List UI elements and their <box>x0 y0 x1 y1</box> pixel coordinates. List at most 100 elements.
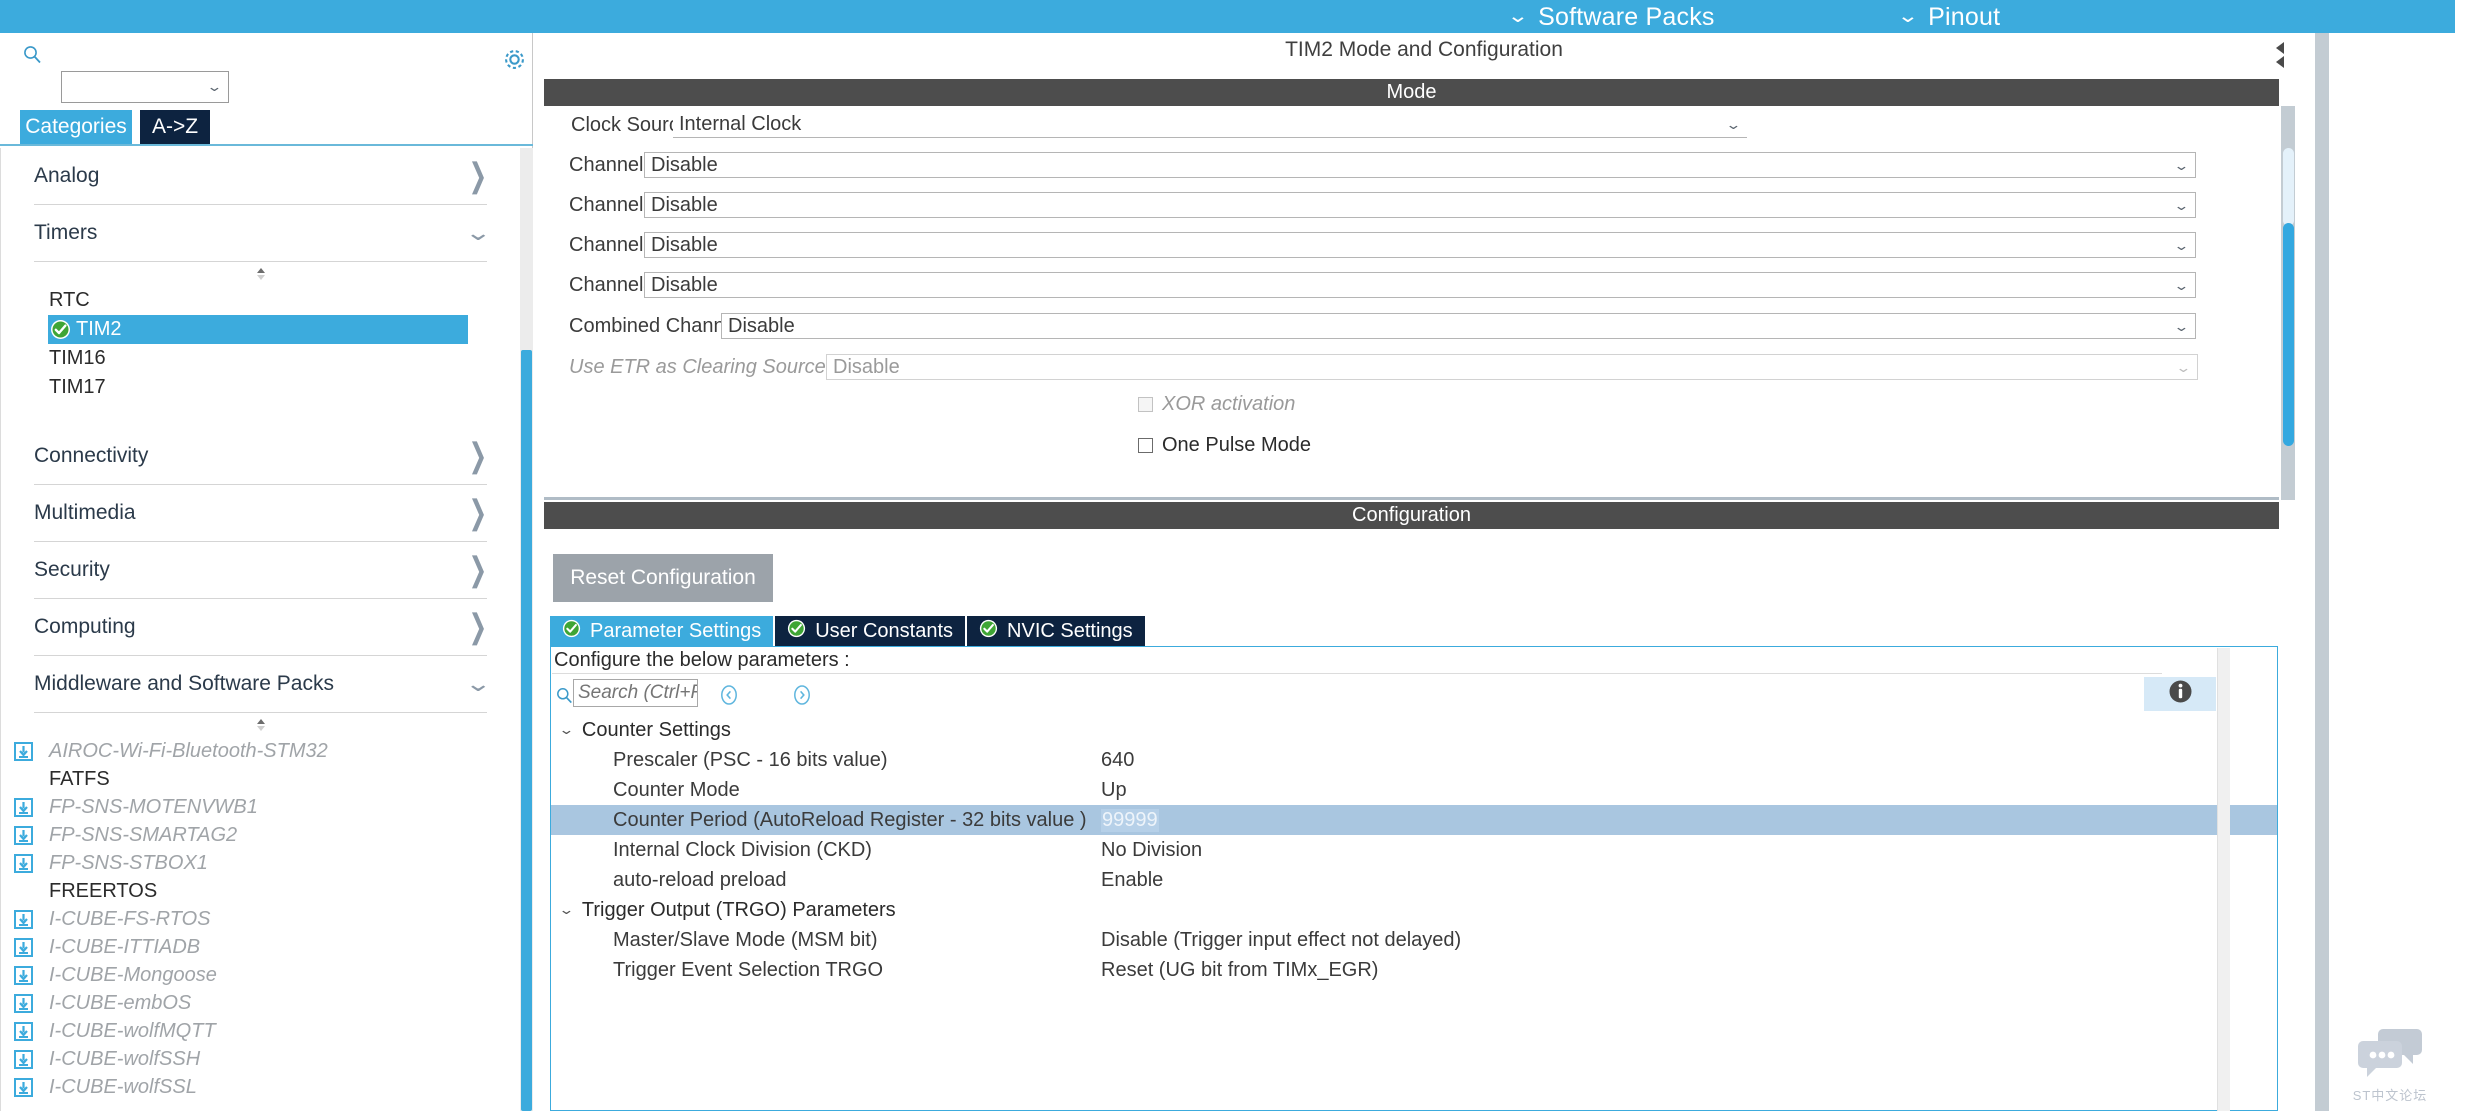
tab-software-packs[interactable]: ⌄ Software Packs <box>1507 0 1715 33</box>
sidebar-category-computing-label: Computing <box>34 615 136 638</box>
download-icon <box>13 937 34 958</box>
list-item-label: FATFS <box>49 767 110 790</box>
param-row-clock-division-value[interactable]: No Division <box>1101 839 1202 862</box>
check-circle-icon <box>50 319 71 340</box>
tab-categories-label: Categories <box>25 115 127 138</box>
sidebar-category-security[interactable]: Security ❯ <box>34 542 487 599</box>
clock-source-select[interactable]: Internal Clock ⌄ <box>673 112 1747 138</box>
channel4-select[interactable]: Disable ⌄ <box>644 272 2196 298</box>
param-row-trigger-event-selection-value[interactable]: Reset (UG bit from TIMx_EGR) <box>1101 959 1378 982</box>
chevron-down-icon: ⌄ <box>463 220 492 245</box>
channel2-select[interactable]: Disable ⌄ <box>644 192 2196 218</box>
mode-scrollbar-thumb[interactable] <box>2283 223 2294 446</box>
param-row-trigger-event-selection[interactable]: Trigger Event Selection TRGO Reset (UG b… <box>551 955 2277 985</box>
chevron-right-icon: ❯ <box>468 493 487 532</box>
reset-configuration-button[interactable]: Reset Configuration <box>553 554 773 602</box>
tab-nvic-settings[interactable]: NVIC Settings <box>967 616 1145 646</box>
timers-resize-handle[interactable] <box>1 262 520 286</box>
arrow-right-circle-icon[interactable] <box>791 684 813 706</box>
clock-source-label: Clock Source <box>571 113 690 136</box>
list-item[interactable]: FP-SNS-MOTENVWB1 <box>1 793 520 821</box>
sidebar-item-rtc[interactable]: RTC <box>1 286 520 315</box>
param-group-counter-settings[interactable]: ⌄ Counter Settings <box>551 715 2277 745</box>
info-button[interactable] <box>2144 677 2216 711</box>
peripheral-configuration-area: TIM2 Mode and Configuration Mode Clock S… <box>534 33 2467 1111</box>
sidebar-item-tim2-label: TIM2 <box>76 318 122 340</box>
list-item[interactable]: I-CUBE-Mongoose <box>1 961 520 989</box>
sidebar-category-timers[interactable]: Timers ⌄ <box>34 205 492 262</box>
combined-channels-value: Disable <box>728 314 795 337</box>
list-item[interactable]: I-CUBE-wolfMQTT <box>1 1017 520 1045</box>
channel1-value: Disable <box>651 153 718 176</box>
chevron-down-icon: ⌄ <box>2173 158 2190 173</box>
middleware-resize-handle[interactable] <box>1 713 520 737</box>
list-item[interactable]: I-CUBE-FS-RTOS <box>1 905 520 933</box>
check-circle-icon <box>562 619 581 644</box>
parameters-scrollbar-track[interactable] <box>2217 648 2230 1111</box>
channel1-label: Channel1 <box>569 153 655 176</box>
sidebar-category-connectivity[interactable]: Connectivity ❯ <box>34 428 487 485</box>
param-row-auto-reload-preload-value[interactable]: Enable <box>1101 869 1163 892</box>
list-item[interactable]: I-CUBE-wolfSSH <box>1 1045 520 1073</box>
param-row-auto-reload-preload[interactable]: auto-reload preload Enable <box>551 865 2277 895</box>
param-group-trgo[interactable]: ⌄ Trigger Output (TRGO) Parameters <box>551 895 2277 925</box>
tab-nvic-settings-label: NVIC Settings <box>1007 619 1133 642</box>
tab-parameter-settings[interactable]: Parameter Settings <box>550 616 774 646</box>
gear-icon[interactable] <box>501 46 528 73</box>
list-item[interactable]: FREERTOS <box>1 877 520 905</box>
param-row-clock-division[interactable]: Internal Clock Division (CKD) No Divisio… <box>551 835 2277 865</box>
download-icon <box>13 1049 34 1070</box>
list-item-label: FP-SNS-MOTENVWB1 <box>49 795 258 818</box>
combined-channels-select[interactable]: Disable ⌄ <box>721 313 2196 339</box>
sidebar-scrollbar-thumb[interactable] <box>521 350 532 1111</box>
list-item[interactable]: FP-SNS-STBOX1 <box>1 849 520 877</box>
configure-hint: Configure the below parameters : <box>552 648 2162 674</box>
tab-a-to-z[interactable]: A->Z <box>140 110 210 144</box>
param-row-prescaler[interactable]: Prescaler (PSC - 16 bits value) 640 <box>551 745 2277 775</box>
search-input[interactable]: ⌄ <box>61 71 229 103</box>
tab-pinout[interactable]: ⌄ Pinout <box>1896 0 2000 33</box>
param-row-counter-mode[interactable]: Counter Mode Up <box>551 775 2277 805</box>
sidebar-item-tim17[interactable]: TIM17 <box>1 373 520 402</box>
tab-user-constants-label: User Constants <box>815 619 954 642</box>
sidebar-item-tim2[interactable]: TIM2 <box>48 315 468 344</box>
channel1-select[interactable]: Disable ⌄ <box>644 152 2196 178</box>
list-item[interactable]: I-CUBE-wolfSSL <box>1 1073 520 1101</box>
param-row-counter-mode-value[interactable]: Up <box>1101 779 1127 802</box>
channel3-select[interactable]: Disable ⌄ <box>644 232 2196 258</box>
sidebar-category-computing[interactable]: Computing ❯ <box>34 599 487 656</box>
param-row-master-slave-mode-value[interactable]: Disable (Trigger input effect not delaye… <box>1101 929 1461 952</box>
configuration-section-label: Configuration <box>1352 504 1471 526</box>
top-navigation-bar: ⌄ Software Packs ⌄ Pinout <box>0 0 2467 33</box>
param-row-master-slave-mode[interactable]: Master/Slave Mode (MSM bit) Disable (Tri… <box>551 925 2277 955</box>
param-row-counter-period-value[interactable]: 99999 <box>1101 808 1159 832</box>
tab-user-constants[interactable]: User Constants <box>775 616 966 646</box>
list-item-label: FREERTOS <box>49 879 158 902</box>
list-item[interactable]: AIROC-Wi-Fi-Bluetooth-STM32 <box>1 737 520 765</box>
sidebar-item-tim16[interactable]: TIM16 <box>1 344 520 373</box>
parameter-search-input[interactable] <box>573 679 698 707</box>
collapse-panel-button[interactable] <box>2271 40 2289 82</box>
sidebar-category-analog-label: Analog <box>34 164 100 187</box>
sidebar-category-multimedia-label: Multimedia <box>34 501 136 524</box>
param-row-prescaler-value[interactable]: 640 <box>1101 749 1134 772</box>
one-pulse-mode-checkbox[interactable]: One Pulse Mode <box>1138 434 1311 457</box>
list-item[interactable]: I-CUBE-ITTIADB <box>1 933 520 961</box>
chevron-down-icon: ⌄ <box>2173 278 2190 293</box>
list-item[interactable]: I-CUBE-embOS <box>1 989 520 1017</box>
mode-scrollbar-track-upper[interactable] <box>2283 148 2294 226</box>
chevron-down-icon: ⌄ <box>558 722 575 737</box>
param-row-counter-period[interactable]: Counter Period (AutoReload Register - 32… <box>551 805 2277 835</box>
arrow-left-circle-icon[interactable] <box>718 684 740 706</box>
tab-categories[interactable]: Categories <box>20 110 132 144</box>
sidebar-category-middleware[interactable]: Middleware and Software Packs ⌄ <box>34 656 492 713</box>
chevron-down-icon: ⌄ <box>1896 6 1920 27</box>
download-icon <box>13 853 34 874</box>
channel2-label: Channel2 <box>569 193 655 216</box>
sidebar-category-analog[interactable]: Analog ❯ <box>34 148 487 205</box>
use-etr-clearing-source-value: Disable <box>833 355 900 378</box>
list-item[interactable]: FP-SNS-SMARTAG2 <box>1 821 520 849</box>
main-scrollbar-track[interactable] <box>2315 33 2329 1111</box>
sidebar-category-multimedia[interactable]: Multimedia ❯ <box>34 485 487 542</box>
list-item[interactable]: FATFS <box>1 765 520 793</box>
